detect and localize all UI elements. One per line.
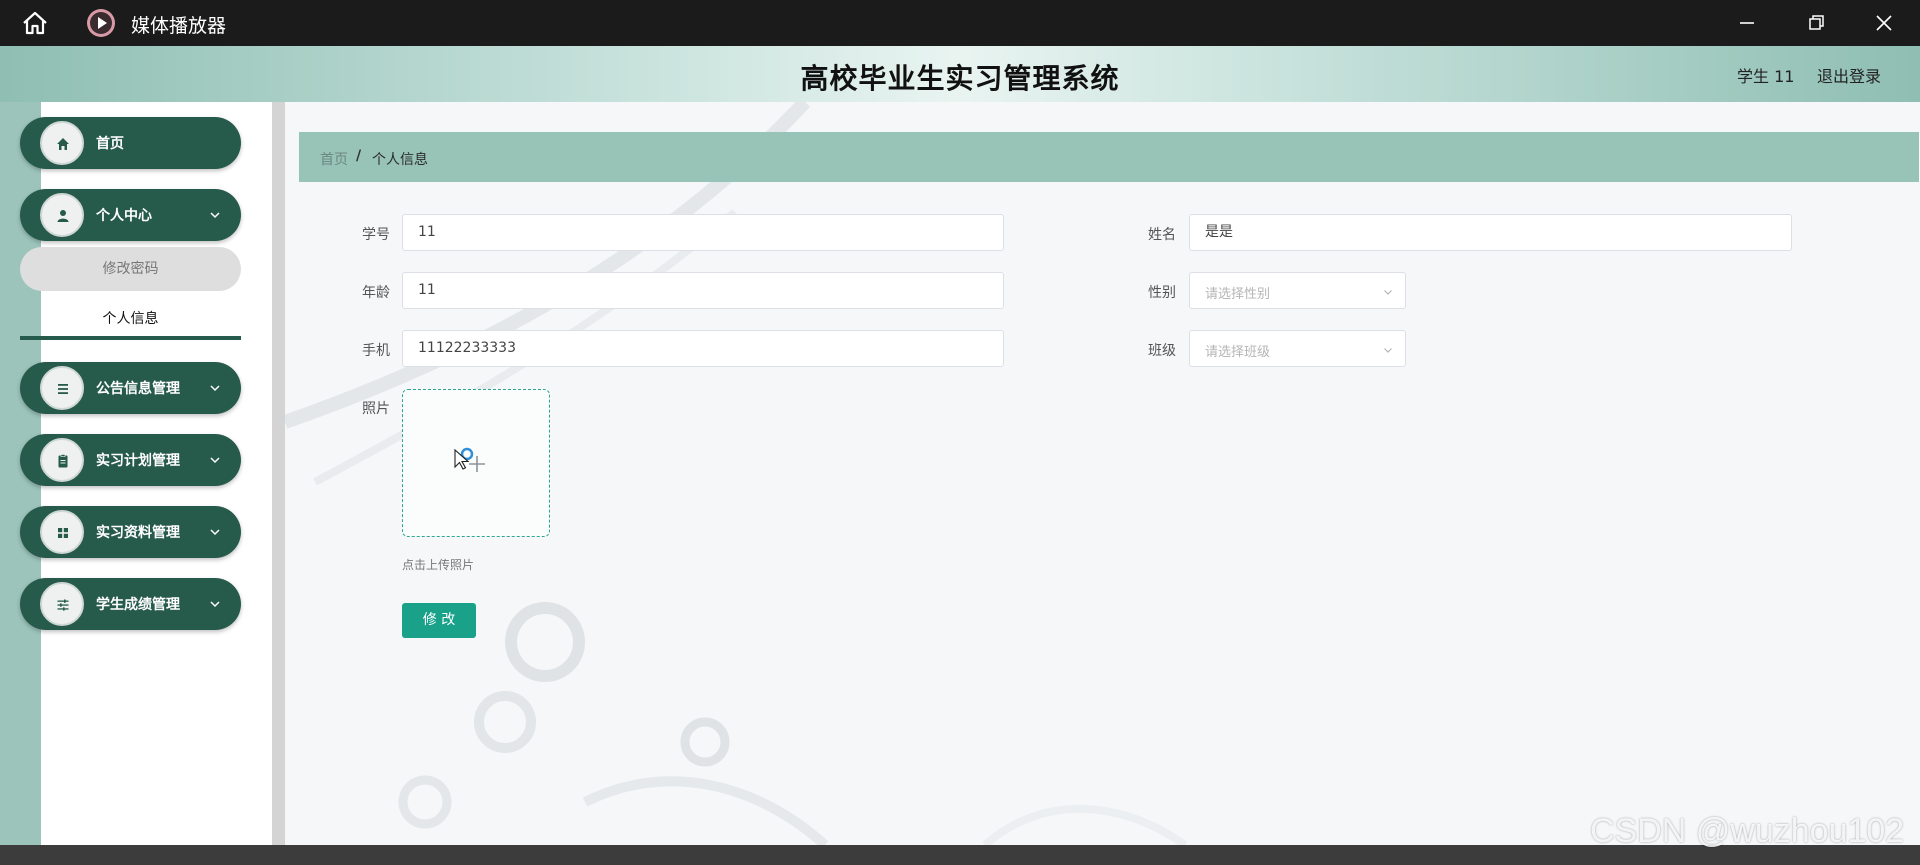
mouse-cursor-icon	[454, 447, 474, 470]
chevron-down-icon	[1384, 348, 1392, 353]
chevron-down-icon	[210, 457, 220, 464]
gender-placeholder: 请选择性别	[1205, 287, 1271, 302]
gender-select[interactable]: 请选择性别	[1189, 272, 1406, 309]
list-icon	[58, 384, 68, 394]
sidebar-item-label: 公告信息管理	[96, 381, 180, 397]
submenu-change-password[interactable]: 修改密码	[20, 247, 241, 291]
breadcrumb-home-link[interactable]: 首页	[320, 149, 348, 169]
class-label: 班级	[1148, 343, 1176, 359]
restore-icon[interactable]	[1803, 10, 1829, 36]
sidebar-item-personal-center[interactable]: 个人中心	[20, 189, 241, 241]
media-player-titlebar: 媒体播放器	[0, 0, 1920, 46]
list-icon-wrap	[40, 366, 84, 410]
sliders-icon	[57, 599, 69, 611]
student-id-field[interactable]: 11	[402, 214, 1004, 251]
student-id-label: 学号	[362, 227, 390, 243]
name-field[interactable]: 是是	[1189, 214, 1792, 251]
chevron-down-icon	[210, 385, 220, 392]
phone-field[interactable]: 11122233333	[402, 330, 1004, 367]
name-label: 姓名	[1148, 227, 1176, 243]
gender-label: 性别	[1148, 285, 1176, 301]
age-label: 年龄	[362, 285, 390, 301]
sidebar-item-internship-materials[interactable]: 实习资料管理	[20, 506, 241, 558]
sidebar-item-home[interactable]: 首页	[20, 117, 241, 169]
user-icon	[57, 210, 69, 222]
system-title: 高校毕业生实习管理系统	[800, 62, 1120, 95]
breadcrumb	[299, 132, 1919, 182]
sidebar-item-notice-management[interactable]: 公告信息管理	[20, 362, 241, 414]
breadcrumb-current: 个人信息	[372, 152, 428, 168]
chevron-down-icon	[210, 601, 220, 608]
phone-label: 手机	[362, 343, 390, 359]
chevron-down-icon	[210, 529, 220, 536]
clipboard-icon-wrap	[40, 438, 84, 482]
sidebar-item-label: 实习计划管理	[96, 453, 180, 469]
photo-upload-hint: 点击上传照片	[402, 558, 475, 572]
minimize-icon[interactable]	[1734, 10, 1760, 36]
age-field[interactable]: 11	[402, 272, 1004, 309]
chevron-down-icon	[210, 212, 220, 219]
home-icon-wrap	[40, 121, 84, 165]
user-icon-wrap	[40, 193, 84, 237]
current-user: 学生 11	[1737, 67, 1795, 86]
photo-label: 照片	[362, 401, 390, 417]
watermark: CSDN @wuzhou102	[1590, 812, 1905, 850]
sidebar-divider	[272, 102, 285, 845]
grid-icon	[58, 528, 68, 538]
grid-icon-wrap	[40, 510, 84, 554]
sidebar-item-label: 实习资料管理	[96, 525, 180, 541]
home-icon[interactable]	[20, 10, 50, 36]
sidebar-item-label: 个人中心	[96, 208, 152, 224]
sidebar-item-label: 学生成绩管理	[96, 597, 180, 613]
class-placeholder: 请选择班级	[1205, 345, 1271, 360]
class-select[interactable]: 请选择班级	[1189, 330, 1406, 367]
window-title: 媒体播放器	[131, 15, 227, 37]
sidebar-item-student-grades[interactable]: 学生成绩管理	[20, 578, 241, 630]
submit-button[interactable]: 修 改	[402, 603, 476, 638]
close-icon[interactable]	[1871, 10, 1897, 36]
sliders-icon-wrap	[40, 582, 84, 626]
app-header: 高校毕业生实习管理系统 学生 11 退出登录	[0, 46, 1920, 102]
sidebar-item-label: 首页	[96, 136, 124, 152]
chevron-down-icon	[1384, 290, 1392, 295]
breadcrumb-separator: /	[356, 148, 362, 164]
submenu-personal-info[interactable]: 个人信息	[20, 302, 241, 340]
media-player-app-icon	[87, 9, 115, 37]
logout-link[interactable]: 退出登录	[1817, 63, 1881, 87]
sidebar-item-internship-plan[interactable]: 实习计划管理	[20, 434, 241, 486]
clipboard-icon	[58, 454, 68, 468]
home-icon	[57, 138, 69, 150]
